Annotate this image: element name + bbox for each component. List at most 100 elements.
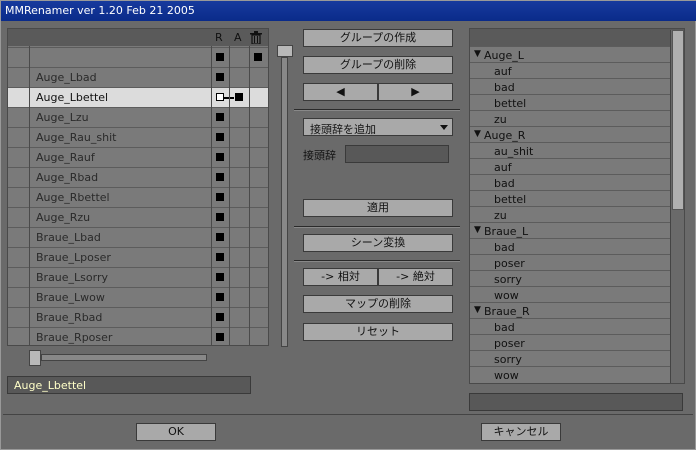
tree-item-label: sorry <box>494 273 522 286</box>
tree-item[interactable]: sorry <box>470 350 670 366</box>
delete-group-button[interactable]: グループの削除 <box>303 56 453 74</box>
list-row-label: Braue_Lposer <box>36 251 111 264</box>
list-row-label: Auge_Rauf <box>36 151 95 164</box>
to-relative-button[interactable]: -> 相対 <box>303 268 378 286</box>
col-divider <box>249 46 250 345</box>
tree-item[interactable]: poser <box>470 254 670 270</box>
next-button[interactable]: ▶ <box>378 83 453 101</box>
horizontal-slider-track[interactable] <box>41 354 207 361</box>
r-toggle[interactable] <box>216 153 224 161</box>
tree-item[interactable]: zu <box>470 206 670 222</box>
name-field-value: Auge_Lbettel <box>14 379 87 392</box>
r-toggle[interactable] <box>216 193 224 201</box>
r-toggle[interactable] <box>216 333 224 341</box>
window: MMRenamer ver 1.20 Feb 21 2005 R A Auge_… <box>0 0 696 450</box>
r-toggle[interactable] <box>216 133 224 141</box>
tree-item[interactable]: bettel <box>470 94 670 110</box>
header-a: A <box>234 31 242 44</box>
tree-group[interactable]: ▼ Braue_L <box>470 222 670 238</box>
tree-item[interactable]: poser <box>470 334 670 350</box>
tree-item[interactable]: auf <box>470 62 670 78</box>
tree-group-label: Braue_L <box>484 225 529 238</box>
tree-scrollbar[interactable] <box>670 30 684 383</box>
horizontal-slider-knob[interactable] <box>29 350 41 366</box>
name-field[interactable]: Auge_Lbettel <box>7 376 251 394</box>
a-toggle[interactable] <box>235 93 243 101</box>
vertical-slider-track[interactable] <box>281 57 288 347</box>
tree-item-label: auf <box>494 161 512 174</box>
title-bar: MMRenamer ver 1.20 Feb 21 2005 <box>1 1 696 21</box>
tree-item-label: bettel <box>494 193 527 206</box>
delete-toggle[interactable] <box>254 53 262 61</box>
tree-item[interactable]: bad <box>470 174 670 190</box>
create-group-button[interactable]: グループの作成 <box>303 29 453 47</box>
tree-item-label: au_shit <box>494 145 534 158</box>
tree-item-label: poser <box>494 337 525 350</box>
list-row-label: Auge_Rbad <box>36 171 99 184</box>
r-toggle[interactable] <box>216 73 224 81</box>
r-toggle[interactable] <box>216 293 224 301</box>
r-toggle[interactable] <box>216 173 224 181</box>
col-divider <box>29 46 30 345</box>
r-toggle[interactable] <box>216 53 224 61</box>
expand-triangle-icon[interactable]: ▼ <box>474 225 481 235</box>
tree-group[interactable]: ▼ Auge_L <box>470 46 670 62</box>
list-row-label: Auge_Rbettel <box>36 191 110 204</box>
to-absolute-button[interactable]: -> 絶対 <box>378 268 453 286</box>
prefix-label: 接頭辞 <box>303 149 336 162</box>
list-row-label: Braue_Lbad <box>36 231 101 244</box>
vertical-slider-knob[interactable] <box>277 45 293 57</box>
tree-item-label: zu <box>494 113 507 126</box>
r-toggle[interactable] <box>216 93 224 101</box>
r-toggle[interactable] <box>216 233 224 241</box>
r-toggle[interactable] <box>216 273 224 281</box>
list-row-label: Braue_Lwow <box>36 291 105 304</box>
tree-item-label: wow <box>494 289 519 302</box>
list-row-label: Braue_Lsorry <box>36 271 108 284</box>
prev-button[interactable]: ◀ <box>303 83 378 101</box>
tree-item[interactable]: bad <box>470 78 670 94</box>
tree-item-label: bad <box>494 81 515 94</box>
separator <box>294 226 460 228</box>
prefix-dropdown-value: 接頭辞を追加 <box>310 123 376 136</box>
list-row-label: Auge_Rau_shit <box>36 131 117 144</box>
tree-item[interactable]: au_shit <box>470 142 670 158</box>
tree-item[interactable]: bad <box>470 238 670 254</box>
ok-button[interactable]: OK <box>136 423 216 441</box>
tree-item-label: bettel <box>494 97 527 110</box>
tree-item-label: sorry <box>494 353 522 366</box>
tree-item[interactable]: bettel <box>470 190 670 206</box>
r-toggle[interactable] <box>216 113 224 121</box>
tree-item[interactable]: wow <box>470 366 670 382</box>
r-toggle[interactable] <box>216 253 224 261</box>
tree-group-label: Auge_L <box>484 49 524 62</box>
tree-item[interactable]: bad <box>470 318 670 334</box>
tree-item[interactable]: auf <box>470 158 670 174</box>
expand-triangle-icon[interactable]: ▼ <box>474 305 481 315</box>
list-row-label: Braue_Rposer <box>36 331 113 344</box>
scene-convert-button[interactable]: シーン変換 <box>303 234 453 252</box>
tree-group[interactable]: ▼ Auge_R <box>470 126 670 142</box>
tree-group[interactable]: ▼ Braue_R <box>470 302 670 318</box>
chevron-down-icon <box>440 125 448 130</box>
bottom-bar <box>3 414 693 448</box>
expand-triangle-icon[interactable]: ▼ <box>474 129 481 139</box>
prefix-input[interactable] <box>345 145 449 163</box>
trash-icon[interactable] <box>249 31 263 44</box>
apply-button[interactable]: 適用 <box>303 199 453 217</box>
r-toggle[interactable] <box>216 213 224 221</box>
expand-triangle-icon[interactable]: ▼ <box>474 49 481 59</box>
tree-item[interactable]: sorry <box>470 270 670 286</box>
status-field[interactable] <box>469 393 683 411</box>
tree-item[interactable]: zu <box>470 110 670 126</box>
tree-item[interactable]: wow <box>470 286 670 302</box>
tree-scrollbar-thumb[interactable] <box>672 30 684 210</box>
delete-map-button[interactable]: マップの削除 <box>303 295 453 313</box>
reset-button[interactable]: リセット <box>303 323 453 341</box>
col-divider <box>211 46 212 345</box>
tree-item-label: wow <box>494 369 519 382</box>
separator <box>294 109 460 111</box>
r-toggle[interactable] <box>216 313 224 321</box>
prefix-dropdown[interactable]: 接頭辞を追加 <box>303 118 453 136</box>
cancel-button[interactable]: キャンセル <box>481 423 561 441</box>
